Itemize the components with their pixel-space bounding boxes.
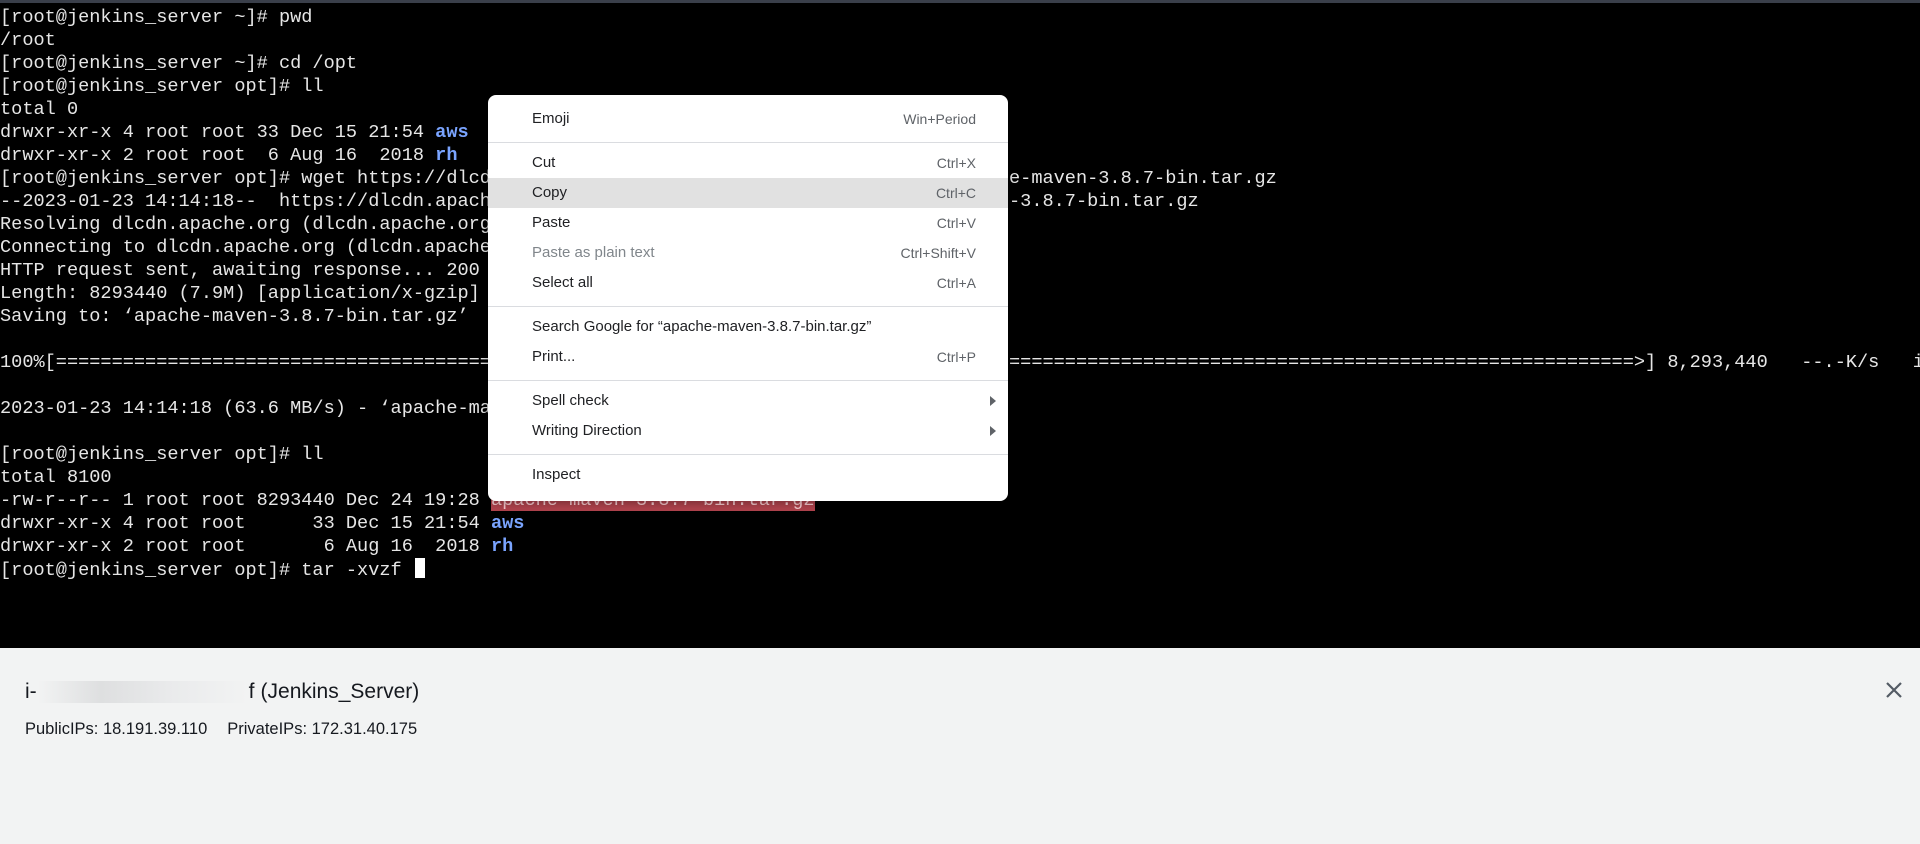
directory-name: aws [435,122,469,143]
submenu-arrow-icon [990,396,996,406]
terminal-line: [root@jenkins_server opt]# ll [0,444,324,465]
menu-item-label: Paste as plain text [532,244,655,261]
menu-item-cut[interactable]: Cut Ctrl+X [488,148,1008,178]
menu-item-label: Inspect [532,466,581,483]
terminal-text: -rw-r--r-- 1 root root 8293440 Dec 24 19… [0,490,491,511]
menu-item-inspect[interactable]: Inspect [488,460,1008,490]
menu-item-shortcut: Ctrl+A [936,275,976,291]
instance-id: i- f (Jenkins_Server) [25,680,419,704]
terminal-line: drwxr-xr-x 4 root root 33 Dec 15 21:54 a… [0,121,469,144]
public-ips: PublicIPs: 18.191.39.110 [25,720,208,738]
instance-id-suffix: f [248,680,255,703]
close-icon[interactable] [1880,676,1908,704]
menu-item-label: Copy [532,184,568,201]
menu-item-label: Emoji [532,110,570,127]
menu-item-emoji[interactable]: Emoji Win+Period [488,104,1008,134]
menu-item-spell-check[interactable]: Spell check [488,386,1008,416]
menu-item-shortcut: Ctrl+Shift+V [900,245,976,261]
menu-separator [488,380,1008,381]
redacted-id [37,681,248,703]
terminal-line: Saving to: ‘apache-maven-3.8.7-bin.tar.g… [0,306,469,327]
terminal-text: drwxr-xr-x 2 root root 6 Aug 16 2018 [0,145,436,166]
terminal-line-tail: -3.8.7-bin.tar.gz [1009,191,1199,212]
directory-name: rh [490,536,514,557]
terminal-line: drwxr-xr-x 4 root root 33 Dec 15 21:54 a… [0,512,524,535]
menu-item-shortcut: Ctrl+V [936,215,976,231]
menu-separator [488,142,1008,143]
terminal-line: [root@jenkins_server opt]# ll [0,76,324,97]
menu-item-writing-direction[interactable]: Writing Direction [488,416,1008,446]
progress-line-tail: ========================================… [1009,352,1920,373]
terminal-line: [root@jenkins_server ~]# pwd [0,7,313,28]
terminal-prompt-line[interactable]: [root@jenkins_server opt]# tar -xvzf [0,558,425,581]
menu-item-print[interactable]: Print... Ctrl+P [488,342,1008,372]
terminal-line: 2023-01-23 14:14:18 (63.6 MB/s) - ‘apach… [0,398,503,419]
menu-item-label: Writing Direction [532,422,642,439]
instance-info-panel: i- f (Jenkins_Server) PublicIPs: 18.191.… [0,648,1920,844]
menu-item-search-google[interactable]: Search Google for “apache-maven-3.8.7-bi… [488,312,1008,342]
menu-item-label: Paste [532,214,571,231]
terminal-line: Length: 8293440 (7.9M) [application/x-gz… [0,283,480,304]
directory-name: rh [435,145,458,166]
terminal-line: drwxr-xr-x 2 root root 6 Aug 16 2018 rh [0,535,513,558]
menu-item-shortcut: Ctrl+C [935,185,976,201]
menu-item-label: Cut [532,154,556,171]
menu-item-select-all[interactable]: Select all Ctrl+A [488,268,1008,298]
ip-addresses: PublicIPs: 18.191.39.110 PrivateIPs: 172… [25,720,417,739]
terminal-line-tail: e-maven-3.8.7-bin.tar.gz [1009,168,1277,189]
terminal-line: Resolving dlcdn.apache.org (dlcdn.apache… [0,214,503,235]
menu-item-paste-plain-text[interactable]: Paste as plain text Ctrl+Shift+V [488,238,1008,268]
private-ips: PrivateIPs: 172.31.40.175 [227,720,418,738]
terminal-line: HTTP request sent, awaiting response... … [0,260,503,281]
menu-item-shortcut: Win+Period [903,111,976,127]
terminal-line: total 0 [0,99,79,120]
menu-item-label: Search Google for “apache-maven-3.8.7-bi… [532,318,872,335]
terminal-line: total 8100 [0,467,112,488]
instance-name: (Jenkins_Server) [260,680,420,703]
menu-separator [488,454,1008,455]
menu-item-shortcut: Ctrl+X [936,155,976,171]
terminal-text: drwxr-xr-x 2 root root 6 Aug 16 2018 [0,536,491,557]
menu-item-label: Spell check [532,392,609,409]
terminal-text: drwxr-xr-x 4 root root 33 Dec 15 21:54 [0,122,436,143]
menu-item-shortcut: Ctrl+P [936,349,976,365]
submenu-arrow-icon [990,426,996,436]
terminal-line: [root@jenkins_server ~]# cd /opt [0,53,358,74]
terminal-line: Connecting to dlcdn.apache.org (dlcdn.ap… [0,237,491,258]
directory-name: aws [490,513,525,534]
menu-item-copy[interactable]: Copy Ctrl+C [488,178,1008,208]
terminal-text: drwxr-xr-x 4 root root 33 Dec 15 21:54 [0,513,491,534]
text-cursor [414,558,425,578]
terminal-line: [root@jenkins_server opt]# wget https://… [0,168,503,189]
terminal-prompt: [root@jenkins_server opt]# tar -xvzf [0,560,413,581]
menu-item-paste[interactable]: Paste Ctrl+V [488,208,1008,238]
terminal-line: drwxr-xr-x 2 root root 6 Aug 16 2018 rh [0,144,458,167]
menu-item-label: Select all [532,274,593,291]
terminal-line: --2023-01-23 14:14:18-- https://dlcdn.ap… [0,191,503,212]
context-menu: Emoji Win+Period Cut Ctrl+X Copy Ctrl+C Pas… [488,95,1008,501]
terminal-line: /root [0,30,56,51]
menu-separator [488,306,1008,307]
instance-id-prefix: i- [25,680,37,703]
menu-item-label: Print... [532,348,576,365]
